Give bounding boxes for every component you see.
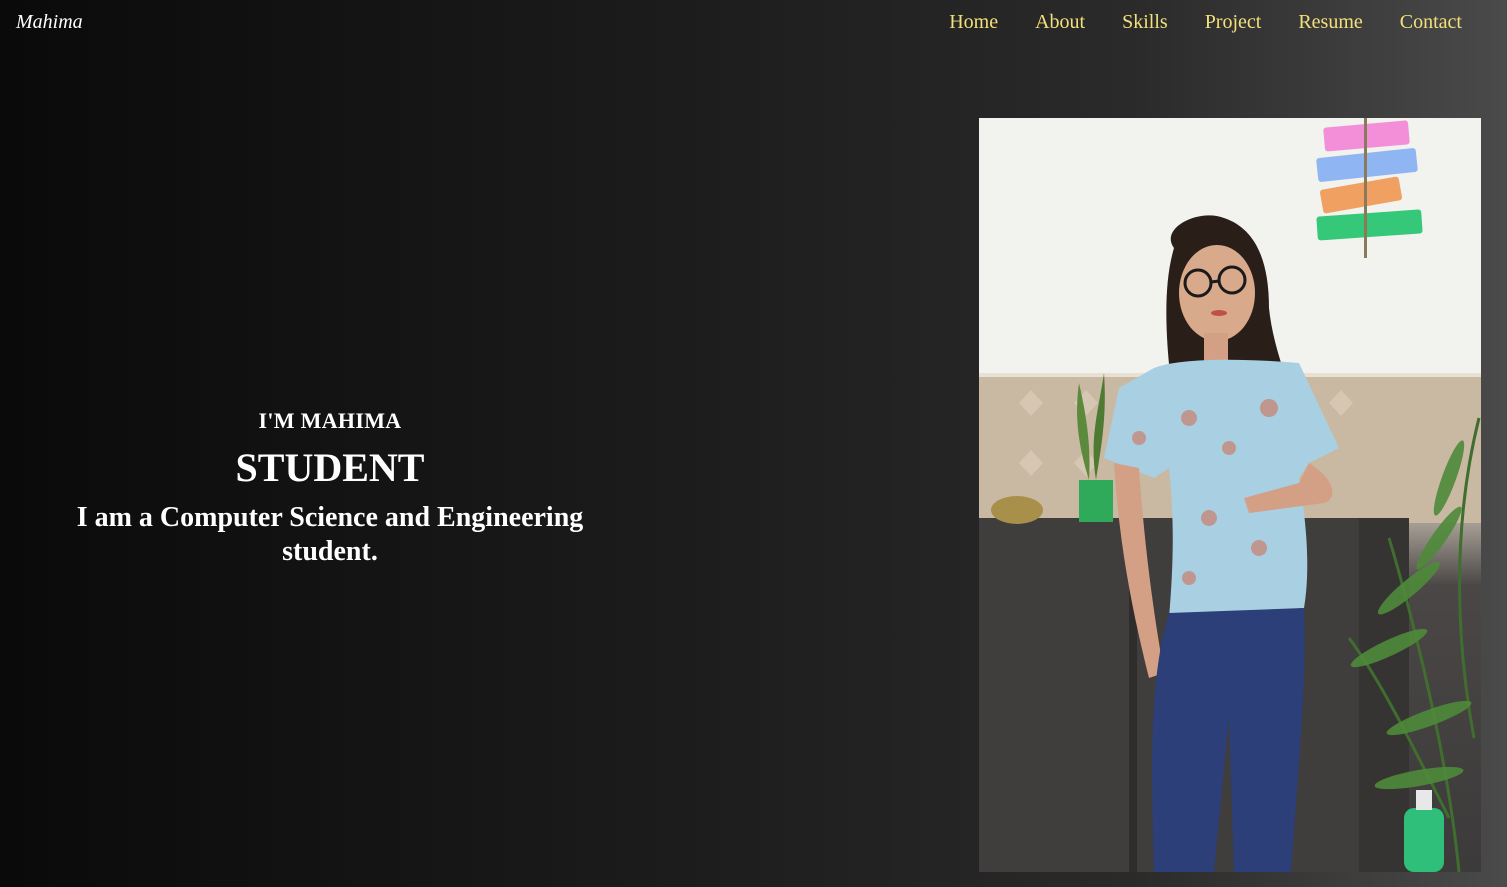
nav-link-contact[interactable]: Contact	[1400, 11, 1462, 34]
nav-link-project[interactable]: Project	[1205, 11, 1262, 34]
nav-links: Home About Skills Project Resume Contact	[912, 11, 1462, 34]
hero-text: I'M MAHIMA STUDENT I am a Computer Scien…	[30, 408, 630, 569]
nav-link-skills[interactable]: Skills	[1122, 11, 1168, 34]
navbar: Mahima Home About Skills Project Resume …	[0, 0, 1507, 46]
nav-link-resume[interactable]: Resume	[1298, 11, 1362, 34]
hero-intro: I'M MAHIMA	[258, 408, 402, 433]
hero-role: STUDENT	[235, 445, 425, 490]
nav-link-home[interactable]: Home	[949, 11, 998, 34]
nav-link-about[interactable]: About	[1035, 11, 1085, 34]
profile-photo	[979, 118, 1481, 872]
brand-logo[interactable]: Mahima	[16, 11, 83, 34]
hero-description: I am a Computer Science and Engineering …	[76, 502, 584, 567]
